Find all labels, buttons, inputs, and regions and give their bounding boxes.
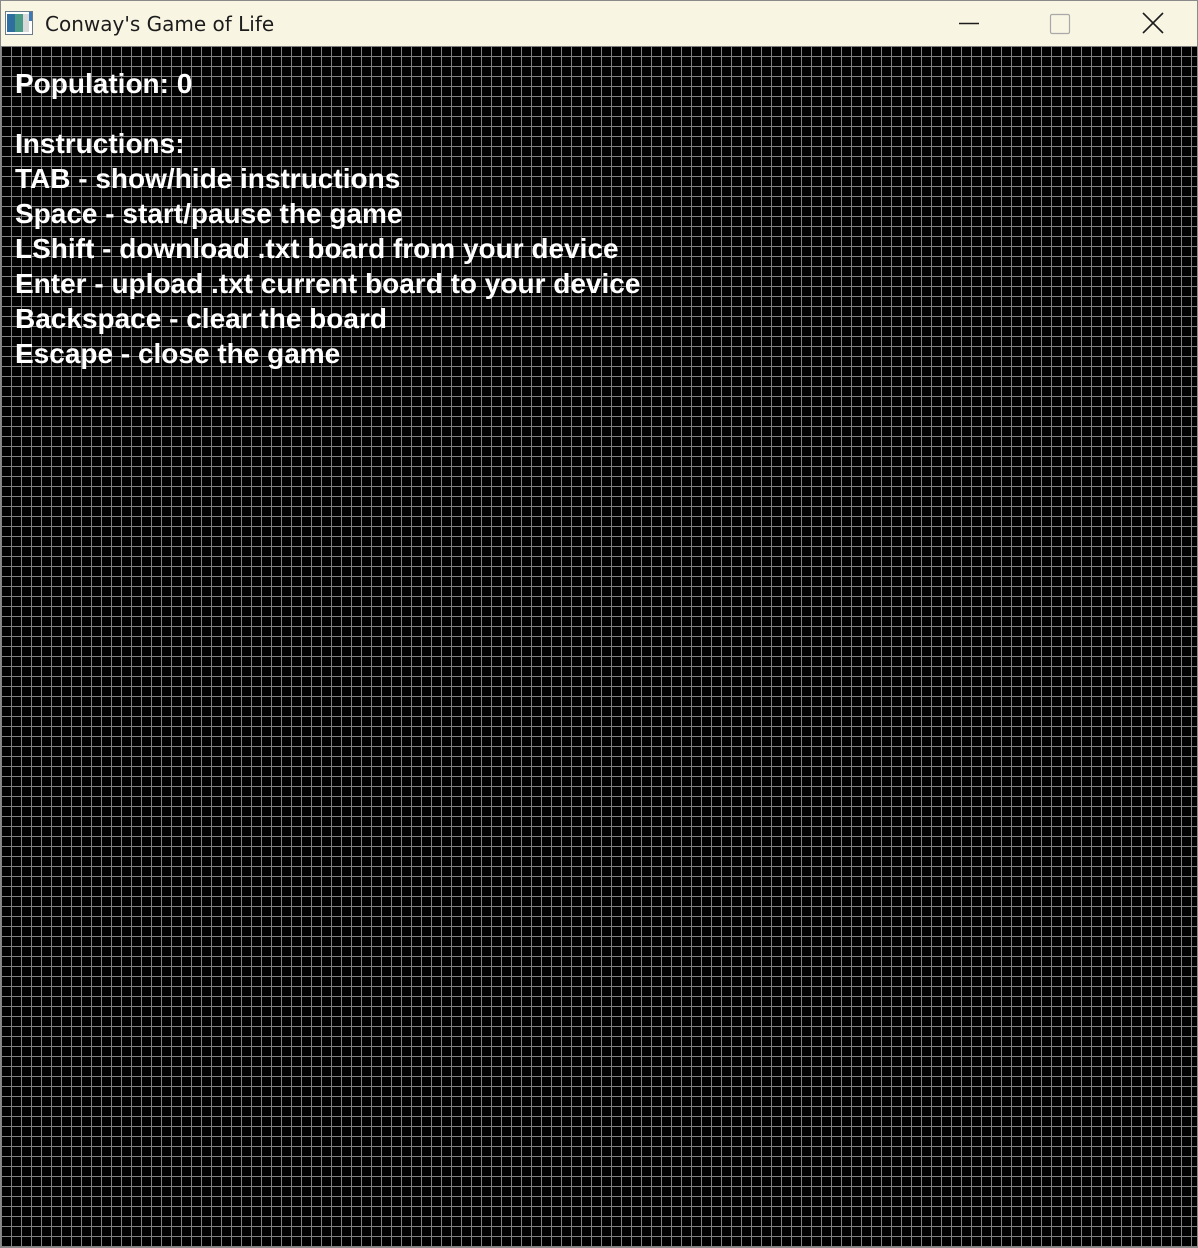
- instructions-panel: Instructions: TAB - show/hide instructio…: [15, 126, 640, 371]
- instruction-lshift: LShift - download .txt board from your d…: [15, 233, 619, 264]
- population-counter: Population: 0: [15, 68, 193, 99]
- title-bar[interactable]: Conway's Game of Life: [1, 1, 1197, 46]
- app-icon: [5, 11, 33, 35]
- instructions-title: Instructions:: [15, 128, 185, 159]
- hud-overlay: Population: 0 Instructions: TAB - show/h…: [15, 66, 640, 371]
- window-title: Conway's Game of Life: [45, 12, 275, 36]
- instruction-space: Space - start/pause the game: [15, 198, 403, 229]
- instruction-escape: Escape - close the game: [15, 338, 341, 369]
- instruction-enter: Enter - upload .txt current board to you…: [15, 268, 641, 299]
- maximize-button[interactable]: [1015, 1, 1105, 46]
- instruction-tab: TAB - show/hide instructions: [15, 163, 401, 194]
- close-button[interactable]: [1107, 1, 1197, 46]
- game-board-grid[interactable]: Population: 0 Instructions: TAB - show/h…: [1, 46, 1197, 1247]
- instruction-backspace: Backspace - clear the board: [15, 303, 387, 334]
- minimize-button[interactable]: [924, 1, 1014, 46]
- app-window: Conway's Game of Life Population: 0 Inst…: [0, 0, 1198, 1248]
